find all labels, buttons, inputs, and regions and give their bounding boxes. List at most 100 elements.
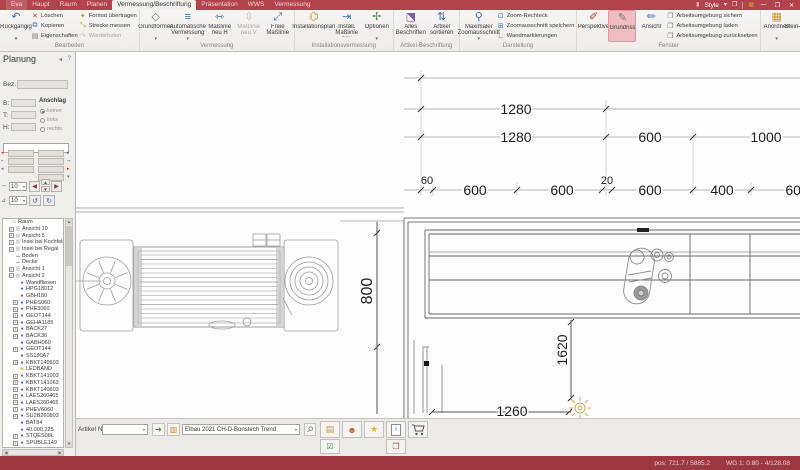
tree-item[interactable]: SPUBLE149	[3, 440, 63, 447]
tab-vermessung[interactable]: Vermessung	[269, 0, 315, 10]
panel-help-icon[interactable]: ?	[68, 56, 71, 62]
install-dimension-button[interactable]: ⇥ Install. Maßlinie neu	[332, 10, 362, 42]
nudge-left-button[interactable]: ◀	[29, 181, 40, 192]
corner-left-icon[interactable]: ⌐	[1, 158, 4, 165]
tree-item[interactable]: KBKT140603	[3, 386, 63, 393]
nudge-down-button[interactable]: ▼	[41, 186, 50, 192]
redo-button[interactable]: ↷Wiederholen	[79, 31, 137, 41]
arbeitsumgebung-zuruecksetzen-button[interactable]: ❐Arbeitsumgebung zurücksetzen	[666, 31, 757, 41]
shopping-cart-button[interactable]	[408, 421, 428, 438]
checklist-button[interactable]: ☑	[320, 439, 340, 454]
hoehe-field[interactable]	[11, 123, 36, 131]
tree-item[interactable]: Ansicht 1	[3, 266, 63, 273]
rotate-ccw-button[interactable]: ↺	[29, 195, 41, 206]
tab-vermessung-beschriftung[interactable]: Vermessung/Beschriftung	[112, 0, 196, 10]
tree-item[interactable]: Wandfliesen	[3, 279, 63, 286]
max-zoom-button[interactable]: ⚲ Maximaler Zoomausschnitt ▾	[462, 10, 496, 42]
tree-item[interactable]: LEDBAND	[3, 366, 63, 373]
delete-button[interactable]: ✕Löschen	[31, 11, 78, 21]
place-button-6[interactable]	[38, 166, 64, 173]
optionen-button[interactable]: ✢ Optionen ▾	[363, 10, 391, 42]
expander-icon[interactable]	[13, 360, 18, 365]
tree-item[interactable]: KBKT141063	[3, 380, 63, 387]
place-button-3[interactable]	[8, 158, 34, 165]
wandmarkierungen-button[interactable]: ∟Wandmarkierungen	[497, 31, 575, 41]
dimension-h-button[interactable]: ⇿ Maßlinie neu H	[206, 10, 234, 42]
arbeitsumgebung-laden-button[interactable]: ❐Arbeitsumgebung laden	[666, 21, 757, 31]
tree-item-raum[interactable]: Raum	[3, 219, 63, 226]
tree-item[interactable]: GABH060	[3, 339, 63, 346]
tree-item[interactable]: PHES060	[3, 299, 63, 306]
tree-item[interactable]: BAT84	[3, 420, 63, 427]
tree-item[interactable]: SU2B260803	[3, 413, 63, 420]
zoom-rechteck-button[interactable]: ⊡Zoom-Rechteck	[497, 11, 575, 21]
expander-icon[interactable]	[13, 434, 18, 439]
measure-distance-button[interactable]: ⤡Strecke messen	[79, 21, 137, 31]
expander-icon[interactable]	[13, 313, 18, 318]
expander-icon[interactable]	[13, 407, 18, 412]
zoomausschnitt-speichern-button[interactable]: ⊞Zoomausschnitt speichern	[497, 21, 575, 31]
arbeitsumgebung-sichern-button[interactable]: ❐Arbeitsumgebung sichern	[666, 11, 757, 21]
expander-icon[interactable]	[13, 374, 18, 379]
panel-collapse-icon[interactable]: ◂	[59, 56, 62, 63]
article-info-button[interactable]: i	[386, 421, 406, 438]
properties-button[interactable]: ▤Eigenschaften	[31, 31, 78, 41]
tree-item[interactable]: KBKT141003	[3, 373, 63, 380]
expander-icon[interactable]	[13, 347, 18, 352]
restore-button[interactable]: ❐	[773, 2, 782, 9]
expander-icon[interactable]	[13, 394, 18, 399]
expander-icon[interactable]	[13, 414, 18, 419]
insert-article-button[interactable]: ➜	[152, 423, 165, 436]
favorites-button[interactable]: ★	[364, 421, 384, 438]
expander-icon[interactable]	[9, 267, 14, 272]
tree-item[interactable]: BACK27	[3, 326, 63, 333]
stein-fliesenplan-button[interactable]: ▤ Stein-/Fliesenplan ▾	[792, 10, 800, 42]
place-button-1[interactable]	[8, 150, 34, 157]
save-presentation-button[interactable]: ▤	[320, 421, 340, 438]
style-menu[interactable]: Style	[704, 2, 718, 9]
expander-icon[interactable]	[13, 327, 18, 332]
wall-right-icon[interactable]: ▸	[67, 166, 70, 173]
auto-dimension-button[interactable]: ≡ Automatische Vermessung ▾	[171, 10, 205, 42]
undo-button[interactable]: ↶ Rückgängig ▾	[2, 10, 30, 42]
pin-button[interactable]: ⚲	[304, 423, 316, 436]
customer-data-button[interactable]: ☻	[342, 421, 362, 438]
grundformen-button[interactable]: ◇ Grundformen ▾	[142, 10, 170, 42]
scroll-left-icon[interactable]: ◀	[3, 450, 9, 455]
tree-item[interactable]: KBKT140603	[3, 359, 63, 366]
align-right-icon[interactable]: ▸	[67, 150, 70, 157]
catalog-select[interactable]: Elbau 2021 CH-D-Bonstech Trend▾	[182, 424, 300, 435]
scroll-down-icon[interactable]: ▼	[66, 441, 72, 447]
tree-item[interactable]: Insel bei Kochfeld	[3, 239, 63, 246]
expander-icon[interactable]	[9, 273, 14, 278]
breite-field[interactable]	[11, 99, 36, 107]
tab-haupt[interactable]: Haupt	[27, 0, 54, 10]
free-dimension-button[interactable]: ⤢ Freie Maßlinie	[264, 10, 292, 42]
tree-item[interactable]: PHE3060	[3, 306, 63, 313]
tree-item[interactable]: GEOT144	[3, 313, 63, 320]
tree-item[interactable]: Boden	[3, 252, 63, 259]
expander-icon[interactable]	[9, 233, 14, 238]
tree-vertical-scrollbar[interactable]: ▲ ▼	[65, 218, 73, 448]
tree-item[interactable]: LAES260465	[3, 400, 63, 407]
corner-right-icon[interactable]: ¬	[67, 158, 70, 165]
rotate-cw-button[interactable]: ↻	[43, 195, 55, 206]
tab-wws[interactable]: WWS	[243, 0, 270, 10]
anschlag-option-keiner[interactable]: keiner	[40, 108, 62, 114]
scroll-up-icon[interactable]: ▲	[66, 219, 72, 225]
tree-horizontal-scrollbar[interactable]: ◀ ▶	[2, 449, 64, 456]
nudge-up-button[interactable]: ▲	[41, 179, 50, 185]
tree-item[interactable]: SS180A7	[3, 353, 63, 360]
tree-item[interactable]: BACK36	[3, 333, 63, 340]
expander-icon[interactable]	[9, 240, 14, 245]
anschlag-option-links[interactable]: links	[40, 117, 58, 123]
tree-item[interactable]: Ansicht 10	[3, 226, 63, 233]
expander-icon[interactable]	[13, 334, 18, 339]
tree-item[interactable]: Insel bei Regal	[3, 246, 63, 253]
window-layout-icon[interactable]: ❐	[732, 0, 737, 10]
tree-item[interactable]: Ansicht 5	[3, 232, 63, 239]
tree-item[interactable]: GBH180	[3, 293, 63, 300]
place-button-4[interactable]	[38, 158, 64, 165]
tree-item[interactable]: GEHA1185	[3, 319, 63, 326]
expander-icon[interactable]	[13, 307, 18, 312]
